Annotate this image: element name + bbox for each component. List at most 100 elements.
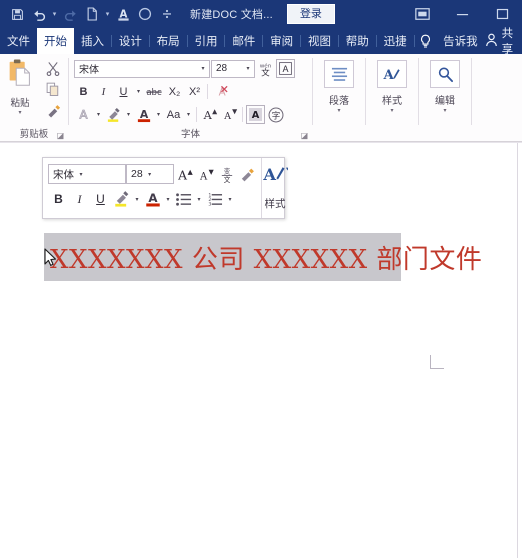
subscript-button[interactable]: X₂ [165, 82, 184, 101]
change-case-button[interactable]: Aa [164, 105, 183, 124]
toolbar-divider [242, 107, 243, 122]
strikethrough-button[interactable]: abc [144, 82, 164, 101]
chevron-down-icon[interactable]: ▾ [242, 65, 254, 72]
title-bar: ▾ ▾ A 新建DOC 文档... 登录 [0, 0, 522, 28]
new-doc-dropdown-icon[interactable]: ▾ [103, 3, 112, 25]
restore-icon[interactable] [482, 0, 522, 28]
editing-dropdown-icon[interactable]: ▾ [443, 108, 446, 114]
tab-view[interactable]: 视图 [301, 28, 338, 54]
tab-design[interactable]: 设计 [112, 28, 149, 54]
mini-highlight-dropdown-icon[interactable]: ▾ [132, 188, 142, 210]
enclose-characters-button[interactable]: A [276, 59, 295, 78]
mini-font-color-dropdown-icon[interactable]: ▾ [163, 188, 173, 210]
ribbon-group-styles[interactable]: A 样式 ▾ [366, 54, 418, 142]
chevron-down-icon[interactable]: ▾ [74, 171, 88, 178]
font-group-label: 字体 [180, 129, 200, 140]
chevron-down-icon[interactable]: ▾ [197, 65, 209, 72]
undo-dropdown-icon[interactable]: ▾ [50, 3, 59, 25]
selected-title-paragraph[interactable]: XXXXXXX 公司 XXXXXX 部门文件 [44, 233, 482, 281]
character-shading-button[interactable]: A [246, 105, 265, 124]
tab-xunjie[interactable]: 迅捷 [377, 28, 414, 54]
svg-text:A: A [203, 109, 213, 122]
bold-button[interactable]: B [74, 82, 93, 101]
mini-highlight-color-button[interactable] [111, 188, 132, 210]
mini-font-size-combo[interactable]: 28 ▾ [126, 164, 174, 184]
character-border-button[interactable]: 字 [266, 105, 285, 124]
tell-me-label[interactable]: 告诉我 [436, 28, 485, 54]
tab-file[interactable]: 文件 [0, 28, 37, 54]
svg-text:A: A [223, 111, 231, 122]
tab-home[interactable]: 开始 [37, 28, 74, 54]
mini-bullets-dropdown-icon[interactable]: ▾ [194, 188, 204, 210]
change-case-dropdown-icon[interactable]: ▾ [184, 105, 193, 124]
tab-layout[interactable]: 布局 [150, 28, 187, 54]
mini-bullets-button[interactable] [173, 188, 194, 210]
tab-references[interactable]: 引用 [187, 28, 224, 54]
svg-text:3: 3 [208, 201, 211, 206]
font-name-combo[interactable]: 宋体 ▾ [74, 59, 210, 78]
save-icon[interactable] [6, 3, 28, 25]
ribbon-home: 粘贴 ▾ 剪贴板 ◪ 宋体 ▾ 28 ▾ wén 文 A B I U ▾ abc… [0, 54, 522, 142]
styles-dropdown-icon[interactable]: ▾ [390, 108, 393, 114]
mini-phonetic-guide-button[interactable]: 变文 [216, 163, 237, 185]
clipboard-dialog-launcher-icon[interactable]: ◪ [56, 131, 65, 140]
login-button[interactable]: 登录 [286, 4, 335, 24]
underline-dropdown-icon[interactable]: ▾ [134, 82, 143, 101]
clear-formatting-button[interactable]: A [211, 82, 230, 101]
mini-numbering-dropdown-icon[interactable]: ▾ [225, 188, 235, 210]
tab-help[interactable]: 帮助 [339, 28, 376, 54]
format-painter-button[interactable] [43, 101, 63, 120]
svg-text:字: 字 [271, 110, 279, 120]
paste-button[interactable]: 粘贴 ▾ [0, 57, 40, 120]
shape-icon[interactable] [134, 3, 156, 25]
font-size-combo[interactable]: 28 ▾ [211, 59, 255, 78]
italic-button[interactable]: I [94, 82, 113, 101]
font-color-dropdown-icon[interactable]: ▾ [154, 105, 163, 124]
tab-review[interactable]: 审阅 [263, 28, 300, 54]
share-button[interactable]: 共享 [485, 28, 522, 56]
highlight-color-button[interactable] [104, 105, 123, 124]
minimize-icon[interactable] [442, 0, 482, 28]
mini-bold-button[interactable]: B [48, 188, 69, 210]
tab-mailings[interactable]: 邮件 [225, 28, 262, 54]
cut-button[interactable] [43, 59, 63, 78]
svg-text:▲: ▲ [212, 108, 218, 116]
text-effects-button[interactable]: A [74, 105, 93, 124]
mini-grow-font-button[interactable]: A ▲ [174, 163, 195, 185]
lightbulb-icon[interactable] [414, 28, 436, 54]
shrink-font-button[interactable]: A ▼ [220, 105, 239, 124]
superscript-button[interactable]: X² [185, 82, 204, 101]
grow-font-button[interactable]: A ▲ [200, 105, 219, 124]
mini-format-painter-button[interactable] [237, 163, 258, 185]
ribbon-display-options-icon[interactable] [402, 0, 442, 28]
paste-dropdown-icon[interactable]: ▾ [18, 110, 21, 116]
customize-qat-icon[interactable] [156, 3, 178, 25]
font-color-icon[interactable]: A [112, 3, 134, 25]
highlight-dropdown-icon[interactable]: ▾ [124, 105, 133, 124]
redo-icon[interactable] [59, 3, 81, 25]
paragraph-dropdown-icon[interactable]: ▾ [337, 108, 340, 114]
ribbon-group-editing[interactable]: 编辑 ▾ [419, 54, 471, 142]
ribbon-group-paragraph[interactable]: 段落 ▾ [313, 54, 365, 142]
mini-font-name-combo[interactable]: 宋体 ▾ [48, 164, 126, 184]
mini-numbering-button[interactable]: 123 [204, 188, 225, 210]
mini-shrink-font-button[interactable]: A ▼ [195, 163, 216, 185]
new-doc-icon[interactable] [81, 3, 103, 25]
underline-button[interactable]: U [114, 82, 133, 101]
floating-mini-toolbar[interactable]: 宋体 ▾ 28 ▾ A ▲ A ▼ 变文 B I U ▾ A ▾ ▾ 1 2 3… [42, 157, 289, 219]
text-effects-dropdown-icon[interactable]: ▾ [94, 105, 103, 124]
font-dialog-launcher-icon[interactable]: ◪ [300, 131, 309, 140]
mini-italic-button[interactable]: I [69, 188, 90, 210]
undo-icon[interactable] [28, 3, 50, 25]
mini-font-name-value: 宋体 [53, 168, 74, 181]
svg-text:文: 文 [261, 67, 270, 76]
person-icon [485, 33, 498, 50]
chevron-down-icon[interactable]: ▾ [143, 171, 157, 178]
tab-insert[interactable]: 插入 [74, 28, 111, 54]
font-color-button[interactable]: A [134, 105, 153, 124]
phonetic-guide-button[interactable]: wén 文 [256, 59, 275, 78]
mini-font-color-button[interactable]: A [142, 188, 163, 210]
copy-button[interactable] [43, 80, 63, 99]
mini-underline-button[interactable]: U [90, 188, 111, 210]
mini-styles-button[interactable]: A▾ 样式 [261, 158, 289, 218]
